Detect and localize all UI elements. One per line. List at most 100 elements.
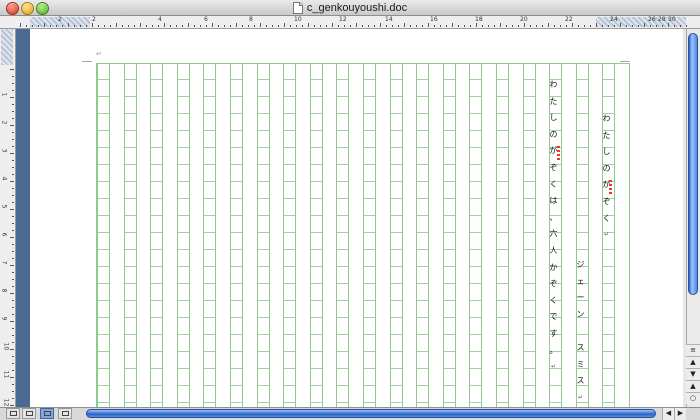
ruler-tick xyxy=(12,286,14,287)
ruler-tick xyxy=(686,25,687,27)
arrow-up-icon[interactable]: ▲ xyxy=(686,356,700,368)
ruler-tick xyxy=(308,23,309,27)
ruler-number: 6 xyxy=(204,16,208,23)
grid-column xyxy=(389,63,403,408)
ruler-tick xyxy=(638,25,639,27)
ruler-tick xyxy=(12,146,14,147)
crop-mark xyxy=(82,61,92,62)
col-author-char: ス xyxy=(576,376,585,386)
ruler-tick xyxy=(290,25,291,27)
col-body-char: か xyxy=(549,262,558,272)
ruler-tick xyxy=(10,69,14,70)
vertical-scroll-thumb[interactable] xyxy=(688,33,698,295)
ruler-tick xyxy=(242,25,243,27)
ruler-tick xyxy=(12,342,14,343)
ruler-tick xyxy=(32,25,33,27)
ruler-tick xyxy=(296,25,297,27)
arrow-left-icon[interactable]: ◀ xyxy=(662,408,674,420)
ruler-number: 7 xyxy=(0,260,8,265)
ruler-tick xyxy=(590,25,591,27)
ruler-tick xyxy=(494,25,495,27)
ruler-number: 2 xyxy=(0,120,8,125)
ruler-tick xyxy=(12,139,14,140)
ruler-tick xyxy=(434,25,435,27)
vertical-ruler[interactable]: 1 2 3 4 5 6 7 8 9 10 11 12 xyxy=(0,29,16,407)
col-body-char: 、 xyxy=(549,212,558,222)
ruler-tick xyxy=(146,25,147,27)
spelling-underline xyxy=(557,146,560,160)
col-body-char: ↵ xyxy=(550,363,557,371)
window-titlebar: c_genkouyoushi.doc xyxy=(0,0,700,16)
arrow-right-icon[interactable]: ▶ xyxy=(674,408,686,420)
horizontal-scroll-thumb[interactable] xyxy=(86,409,656,418)
col-body-char: く xyxy=(549,295,558,305)
ruler-tick xyxy=(188,23,189,27)
outline-view-button[interactable] xyxy=(58,408,72,419)
browse-object-icon[interactable]: ○ xyxy=(686,392,700,404)
arrow-down-icon[interactable]: ▼ xyxy=(686,368,700,380)
ruler-tick xyxy=(12,384,14,385)
ruler-tick xyxy=(230,25,231,27)
ruler-tick xyxy=(10,405,14,406)
ruler-number: 18 xyxy=(475,16,483,23)
col-body-char: の xyxy=(549,129,558,139)
ruler-tick xyxy=(644,23,645,27)
ruler-tick xyxy=(12,195,14,196)
col-title-char: く xyxy=(602,213,611,223)
ruler-tick xyxy=(12,188,14,189)
ruler-tick xyxy=(12,398,14,399)
ruler-tick xyxy=(12,363,14,364)
ruler-tick xyxy=(452,23,453,27)
document-icon xyxy=(292,1,303,14)
ruler-tick xyxy=(12,244,14,245)
ruler-tick xyxy=(170,25,171,27)
ruler-tick xyxy=(12,230,14,231)
col-body-char: ぞ xyxy=(549,163,558,172)
ruler-tick xyxy=(20,23,21,27)
ruler-tick xyxy=(602,25,603,27)
ruler-tick xyxy=(74,25,75,27)
col-title-char: わ xyxy=(602,114,611,123)
ruler-tick xyxy=(536,25,537,27)
ruler-tick xyxy=(398,25,399,27)
grid-column xyxy=(123,63,137,408)
ruler-tick xyxy=(62,25,63,27)
ruler-tick xyxy=(338,25,339,27)
ruler-tick xyxy=(80,25,81,27)
ruler-tick xyxy=(524,23,525,27)
ruler-tick xyxy=(470,25,471,27)
ruler-tick xyxy=(10,181,14,182)
ruler-tick xyxy=(12,328,14,329)
grid-column xyxy=(97,63,110,408)
col-body-char: す xyxy=(549,329,558,338)
ruler-tick xyxy=(12,160,14,161)
grid-column xyxy=(230,63,243,408)
ruler-tick xyxy=(212,23,213,27)
col-title-char: た xyxy=(602,130,611,140)
ruler-tick xyxy=(10,237,14,238)
grid-column xyxy=(496,63,509,408)
grid-column xyxy=(309,63,323,408)
split-icon[interactable]: ≡ xyxy=(686,344,700,356)
web-view-button[interactable] xyxy=(22,408,36,419)
ruler-tick xyxy=(608,25,609,27)
ruler-tick xyxy=(626,25,627,27)
ruler-tick xyxy=(12,104,14,105)
ruler-number: 30 xyxy=(668,16,676,23)
prev-page-icon[interactable]: ▲ xyxy=(686,380,700,392)
normal-view-button[interactable] xyxy=(6,408,20,419)
ruler-number: 16 xyxy=(430,16,438,23)
horizontal-ruler[interactable]: 2 2 4 6 8 10 12 14 16 18 20 22 24 26 28 30 xyxy=(0,16,700,29)
ruler-number: 9 xyxy=(0,316,8,321)
ruler-number: 20 xyxy=(520,16,528,23)
ruler-tick xyxy=(350,25,351,27)
ruler-tick xyxy=(12,132,14,133)
ruler-number: 14 xyxy=(385,16,393,23)
page-layout-view-button[interactable] xyxy=(40,408,54,419)
col-body-char: く xyxy=(549,179,558,189)
ruler-tick xyxy=(12,202,14,203)
grid-column xyxy=(442,63,456,408)
ruler-tick xyxy=(506,25,507,27)
ruler-tick xyxy=(572,23,573,27)
ruler-tick xyxy=(284,23,285,27)
